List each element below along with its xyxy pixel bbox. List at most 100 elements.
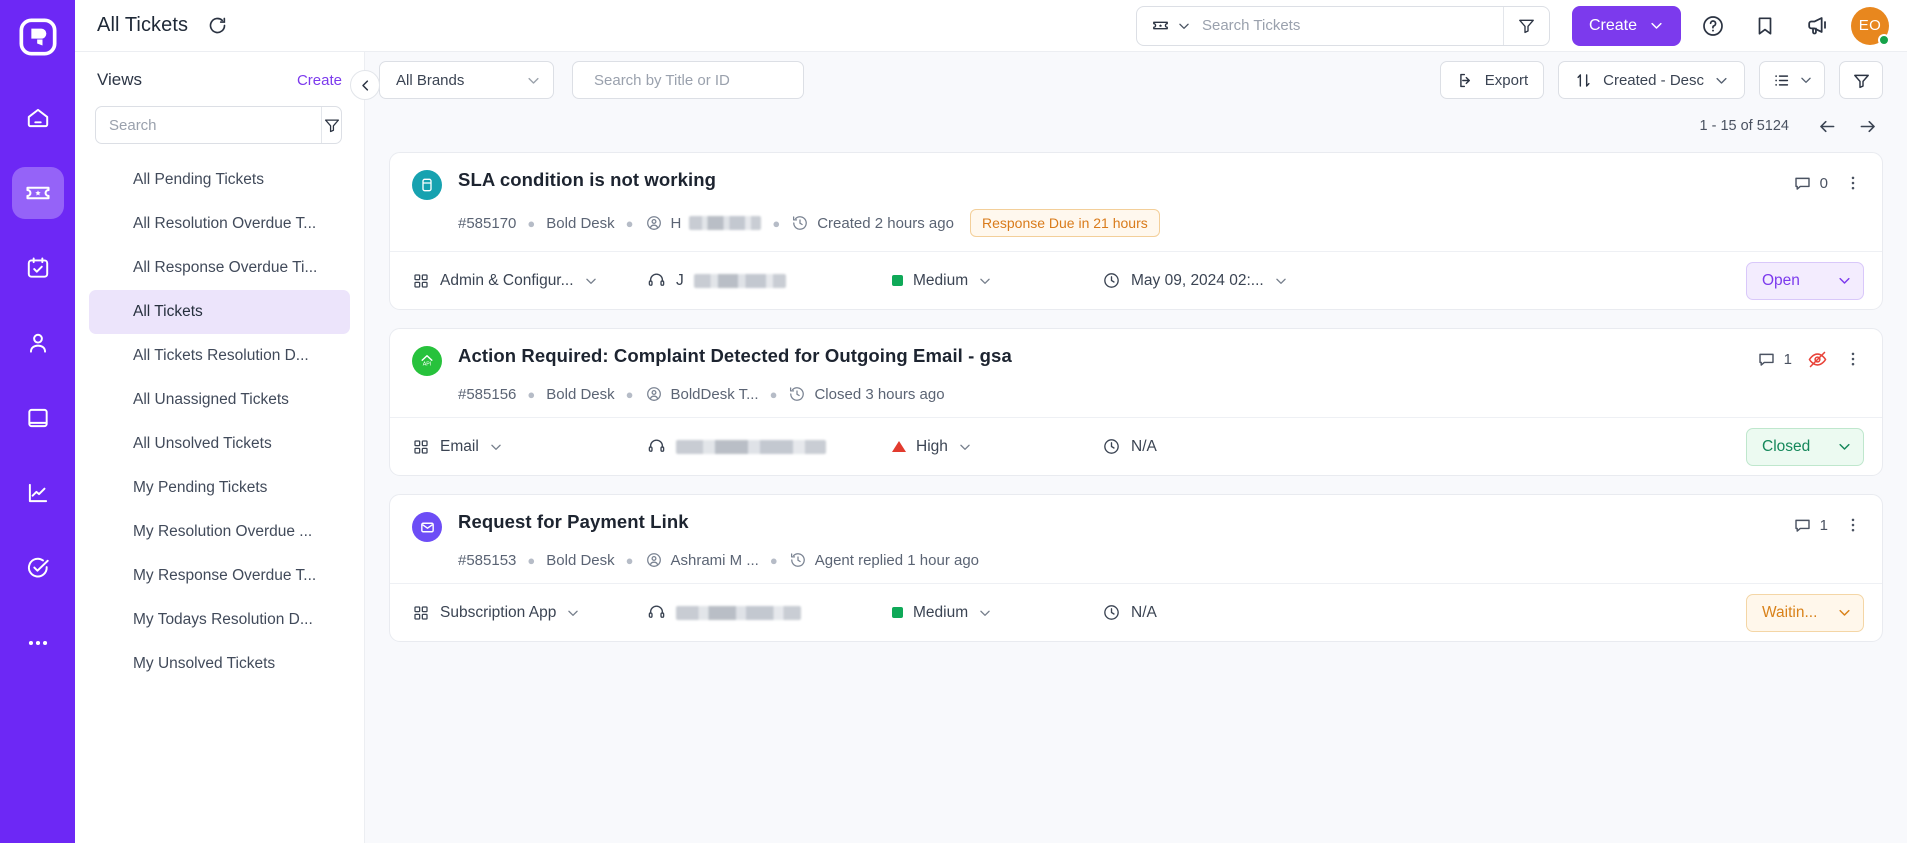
layout-switch-button[interactable] xyxy=(1759,61,1825,99)
ticket-priority[interactable]: Medium xyxy=(892,272,1102,290)
ticket-title[interactable]: Action Required: Complaint Detected for … xyxy=(458,345,1012,367)
sidebar-item-all-unassigned-tickets[interactable]: All Unassigned Tickets xyxy=(89,378,350,422)
rail-item-tasks[interactable] xyxy=(12,242,64,294)
export-label: Export xyxy=(1484,71,1529,89)
ticket-priority[interactable]: High xyxy=(892,438,1102,456)
ticket-title[interactable]: SLA condition is not working xyxy=(458,169,716,191)
brand-filter-select[interactable]: All Brands xyxy=(379,61,554,99)
top-bar: All Tickets Create xyxy=(75,0,1907,52)
comment-count-value: 0 xyxy=(1819,174,1828,192)
sidebar-item-my-pending-tickets[interactable]: My Pending Tickets xyxy=(89,466,350,510)
comment-count[interactable]: 1 xyxy=(1757,350,1792,369)
meta-separator: ● xyxy=(625,386,634,402)
contact-icon xyxy=(646,553,661,567)
headset-icon xyxy=(648,273,665,286)
ticket-card[interactable]: API Action Required: Complaint Detected … xyxy=(389,328,1883,476)
clock-icon xyxy=(1104,605,1119,620)
ticket-agent[interactable] xyxy=(647,603,892,622)
ticket-title[interactable]: Request for Payment Link xyxy=(458,511,689,533)
filter-button[interactable] xyxy=(1839,61,1883,99)
more-vertical-icon[interactable] xyxy=(1842,172,1864,194)
sort-icon xyxy=(1577,73,1590,87)
status-dropdown[interactable]: Waitin... xyxy=(1746,593,1864,632)
comment-count[interactable]: 0 xyxy=(1793,174,1828,193)
more-vertical-icon[interactable] xyxy=(1842,514,1864,536)
rail-item-reports[interactable] xyxy=(12,467,64,519)
sidebar-item-all-pending-tickets[interactable]: All Pending Tickets xyxy=(89,158,350,202)
status-dropdown[interactable]: Closed xyxy=(1746,427,1864,466)
collapse-views-button[interactable] xyxy=(350,70,380,100)
ticket-agent[interactable]: J xyxy=(647,271,892,290)
chevron-down-icon xyxy=(1839,443,1850,450)
views-create-link[interactable]: Create xyxy=(297,72,342,89)
chevron-down-icon xyxy=(1275,278,1286,284)
grid-icon xyxy=(414,605,428,620)
sidebar-item-all-tickets-resolution-due[interactable]: All Tickets Resolution D... xyxy=(89,334,350,378)
views-panel: Views Create All Pending Tickets All Res… xyxy=(75,52,380,843)
views-search-input[interactable] xyxy=(96,107,321,143)
rail-item-activities[interactable] xyxy=(12,542,64,594)
sidebar-item-all-unsolved-tickets[interactable]: All Unsolved Tickets xyxy=(89,422,350,466)
create-button[interactable]: Create xyxy=(1571,5,1681,46)
headset-icon xyxy=(648,439,665,452)
pagination-next-button[interactable] xyxy=(1851,110,1883,142)
due-label: N/A xyxy=(1131,603,1157,621)
rail-item-contacts[interactable] xyxy=(12,317,64,369)
sidebar-item-my-resolution-overdue[interactable]: My Resolution Overdue ... xyxy=(89,510,350,554)
global-search-input[interactable] xyxy=(1201,6,1503,45)
app-root: All Tickets Create xyxy=(0,0,1907,843)
refresh-icon[interactable] xyxy=(204,13,230,39)
sidebar-item-my-response-overdue[interactable]: My Response Overdue T... xyxy=(89,554,350,598)
rail-item-more[interactable] xyxy=(12,617,64,669)
ticket-due-date[interactable]: May 09, 2024 02:... xyxy=(1102,271,1746,290)
megaphone-icon[interactable] xyxy=(1797,6,1837,46)
status-dropdown[interactable]: Open xyxy=(1746,261,1864,300)
arrow-right-icon xyxy=(1860,120,1875,132)
sidebar-item-all-response-overdue[interactable]: All Response Overdue Ti... xyxy=(89,246,350,290)
sidebar-item-all-resolution-overdue[interactable]: All Resolution Overdue T... xyxy=(89,202,350,246)
rail-item-knowledge-base[interactable] xyxy=(12,392,64,444)
bolddesk-logo-icon[interactable] xyxy=(11,10,65,64)
more-vertical-icon[interactable] xyxy=(1842,348,1864,370)
ticket-category[interactable]: Email xyxy=(412,438,647,456)
ticket-title-row: API Action Required: Complaint Detected … xyxy=(412,345,1864,376)
ticket-list-area: All Brands Export Created - De xyxy=(365,52,1907,843)
status-label: Closed xyxy=(1762,437,1811,455)
meta-separator: ● xyxy=(625,552,634,568)
ticket-card-actions: 0 xyxy=(1793,169,1864,194)
ticket-activity: Closed 3 hours ago xyxy=(788,385,945,403)
sort-button[interactable]: Created - Desc xyxy=(1558,61,1745,99)
sidebar-item-all-tickets[interactable]: All Tickets xyxy=(89,290,350,334)
status-badge: Response Due in 21 hours xyxy=(969,209,1160,237)
eye-off-icon[interactable] xyxy=(1806,348,1828,370)
ticket-search-input[interactable] xyxy=(594,71,793,89)
ticket-requester: BoldDesk T... xyxy=(645,385,759,403)
rail-item-home[interactable] xyxy=(12,92,64,144)
ticket-category[interactable]: Subscription App xyxy=(412,604,647,622)
comment-count[interactable]: 1 xyxy=(1793,516,1828,535)
due-label: May 09, 2024 02:... xyxy=(1131,271,1264,289)
pagination-prev-button[interactable] xyxy=(1811,110,1843,142)
bookmark-icon[interactable] xyxy=(1745,6,1785,46)
search-filter-icon[interactable] xyxy=(1502,6,1549,45)
rail-item-tickets[interactable] xyxy=(11,167,64,219)
ticket-agent[interactable] xyxy=(647,437,892,456)
views-search-filter-icon[interactable] xyxy=(321,107,341,143)
clock-history-icon xyxy=(793,216,808,230)
ticket-category[interactable]: Admin & Configur... xyxy=(412,272,647,290)
ticket-card[interactable]: Request for Payment Link 1 #585153 ● Bol… xyxy=(389,494,1883,642)
help-circle-icon[interactable] xyxy=(1693,6,1733,46)
ticket-card[interactable]: SLA condition is not working 0 #585170 ●… xyxy=(389,152,1883,310)
page-title: All Tickets xyxy=(97,14,189,36)
sidebar-item-my-unsolved-tickets[interactable]: My Unsolved Tickets xyxy=(89,642,350,686)
ticket-priority[interactable]: Medium xyxy=(892,604,1102,622)
export-button[interactable]: Export xyxy=(1439,61,1545,99)
chevron-down-icon xyxy=(980,610,990,616)
clock-history-icon xyxy=(790,387,805,401)
ticket-due-date: N/A xyxy=(1102,603,1746,622)
chevron-down-icon xyxy=(585,278,596,284)
search-scope-selector[interactable] xyxy=(1137,7,1202,45)
chevron-down-icon xyxy=(960,444,970,450)
avatar[interactable]: EO xyxy=(1851,6,1890,46)
sidebar-item-my-todays-resolution-due[interactable]: My Todays Resolution D... xyxy=(89,598,350,642)
